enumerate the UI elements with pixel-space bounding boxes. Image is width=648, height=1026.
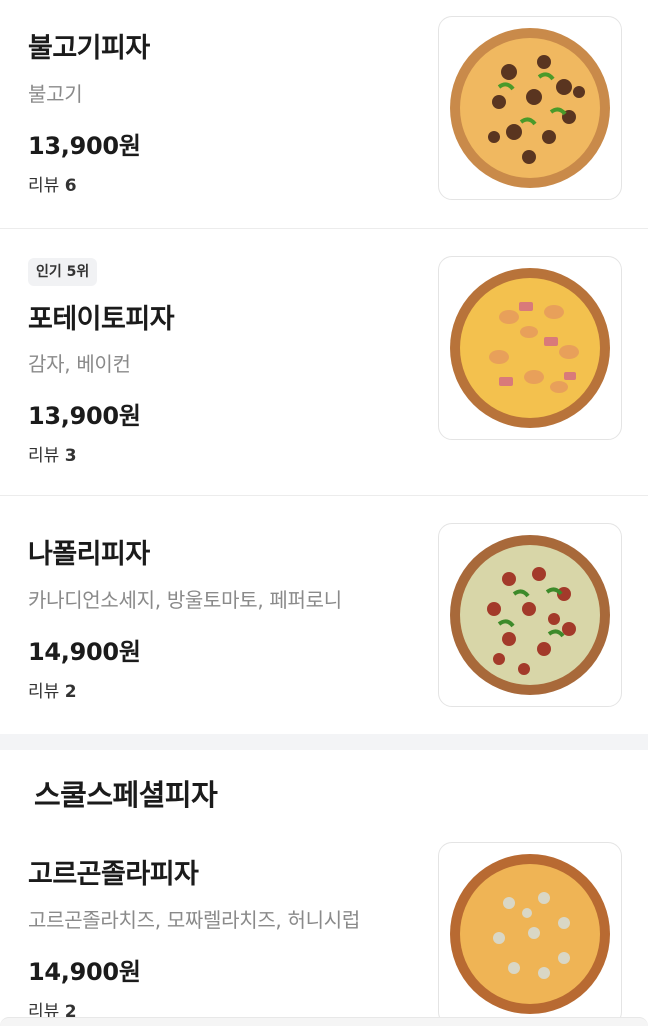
menu-item-description: 고르곤졸라치즈, 모짜렐라치즈, 허니시럽 <box>28 908 360 932</box>
review-label: 리뷰 <box>28 176 60 196</box>
menu-item-potato-pizza[interactable]: 인기 5위 포테이토피자 감자, 베이컨 13,900원 리뷰 3 <box>0 229 648 495</box>
potato-pizza-image[interactable] <box>438 256 622 440</box>
bulgogi-pizza-image[interactable] <box>438 16 622 200</box>
menu-item-name: 나폴리피자 <box>28 539 150 570</box>
menu-item-napoli-pizza[interactable]: 나폴리피자 카나디언소세지, 방울토마토, 페퍼로니 14,900원 리뷰 2 <box>0 496 648 734</box>
review-label: 리뷰 <box>28 682 60 702</box>
menu-item-name: 포테이토피자 <box>28 304 175 335</box>
menu-item-description: 카나디언소세지, 방울토마토, 페퍼로니 <box>28 588 342 612</box>
menu-item-description: 감자, 베이컨 <box>28 352 131 376</box>
menu-item-name: 고르곤졸라피자 <box>28 859 199 890</box>
napoli-pizza-image[interactable] <box>438 523 622 707</box>
gorgonzola-pizza-image[interactable] <box>438 842 622 1026</box>
menu-item-review: 리뷰 6 <box>28 171 77 196</box>
menu-item-price: 13,900원 <box>28 132 141 160</box>
review-count: 6 <box>64 176 77 196</box>
menu-item-bulgogi-pizza[interactable]: 불고기피자 불고기 13,900원 리뷰 6 <box>0 0 648 228</box>
review-count: 3 <box>64 446 77 466</box>
menu-item-name: 불고기피자 <box>28 33 150 64</box>
section-title: 스쿨스페셜피자 <box>34 778 218 812</box>
menu-item-review: 리뷰 3 <box>28 441 77 466</box>
section-separator <box>0 734 648 750</box>
menu-item-description: 불고기 <box>28 82 83 106</box>
review-label: 리뷰 <box>28 446 60 466</box>
menu-item-price: 14,900원 <box>28 638 141 666</box>
menu-item-price: 13,900원 <box>28 402 141 430</box>
menu-item-gorgonzola-pizza[interactable]: 고르곤졸라피자 고르곤졸라치즈, 모짜렐라치즈, 허니시럽 14,900원 리뷰… <box>0 820 648 1026</box>
review-count: 2 <box>64 682 77 702</box>
menu-item-price: 14,900원 <box>28 958 141 986</box>
menu-item-review: 리뷰 2 <box>28 677 77 702</box>
popularity-badge: 인기 5위 <box>28 258 98 286</box>
